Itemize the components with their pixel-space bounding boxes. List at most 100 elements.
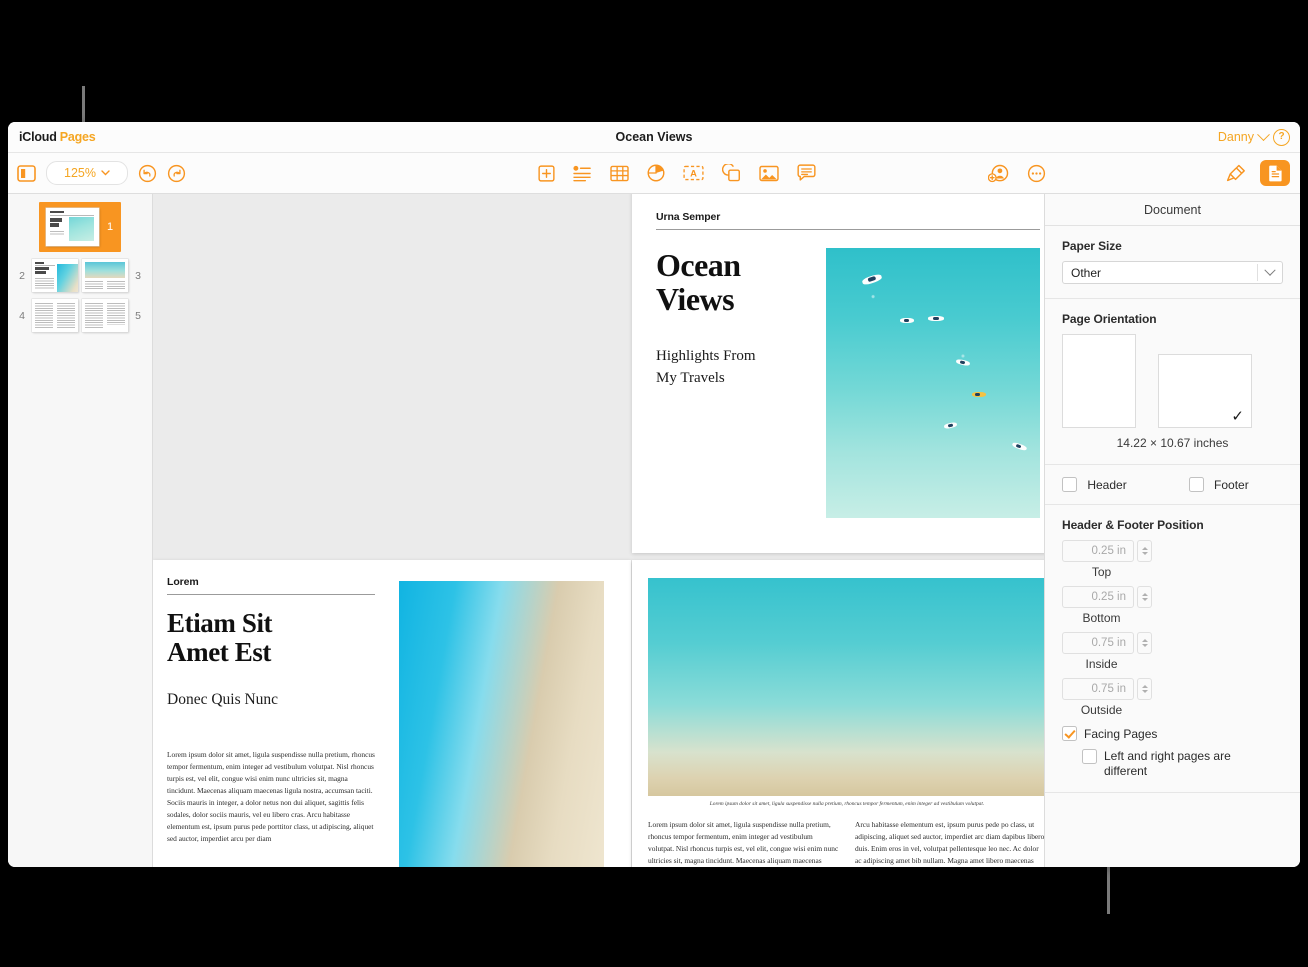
sidebar-toggle-icon[interactable] bbox=[17, 164, 36, 182]
thumbnail-number-4: 4 bbox=[19, 309, 25, 322]
text-box-icon[interactable]: A bbox=[683, 165, 704, 181]
page-1[interactable]: Urna Semper Ocean Views Highlights From … bbox=[632, 194, 1044, 553]
chevron-down-icon[interactable] bbox=[1257, 127, 1270, 141]
thumbnail-number-5: 5 bbox=[135, 309, 141, 322]
page3-ocean-image[interactable] bbox=[648, 578, 1044, 796]
thumbnail-page-4[interactable] bbox=[32, 299, 78, 332]
page3-column-right: Arcu habitasse elementum est, ipsum puru… bbox=[855, 820, 1044, 865]
orientation-landscape-option[interactable]: ✓ bbox=[1158, 354, 1252, 428]
window-titlebar: iCloud Pages Ocean Views Danny ? bbox=[8, 122, 1300, 153]
outside-position-input[interactable]: 0.75 in bbox=[1062, 678, 1134, 701]
toolbar-left-group: 125% bbox=[17, 161, 186, 185]
document-inspector-button[interactable] bbox=[1260, 160, 1290, 186]
page2-beach-image[interactable] bbox=[399, 581, 604, 867]
page-orientation-section: Page Orientation ✓ 14.22 × 10.67 inches bbox=[1045, 299, 1300, 465]
header-checkbox-row[interactable]: Header bbox=[1062, 477, 1127, 493]
comment-icon[interactable] bbox=[797, 164, 816, 182]
page1-subtitle-line1: Highlights From bbox=[656, 348, 756, 365]
thumbnail-page-2[interactable] bbox=[32, 259, 78, 292]
footer-checkbox[interactable] bbox=[1188, 477, 1204, 493]
add-icon[interactable] bbox=[538, 164, 555, 182]
format-paintbrush-icon[interactable] bbox=[1226, 163, 1247, 183]
zoom-selector[interactable]: 125% bbox=[46, 161, 128, 185]
facing-pages-checkbox[interactable] bbox=[1062, 726, 1077, 742]
thumbnail-page-3[interactable] bbox=[82, 259, 128, 292]
select-divider bbox=[1257, 264, 1258, 281]
thumbnail-page-1[interactable]: 1 bbox=[39, 202, 121, 252]
redo-icon[interactable] bbox=[167, 164, 186, 183]
account-area: Danny ? bbox=[1218, 127, 1290, 146]
chevron-down-icon bbox=[1264, 264, 1276, 276]
thumbnail-page-5[interactable] bbox=[82, 299, 128, 332]
facing-pages-row[interactable]: Facing Pages bbox=[1062, 726, 1283, 742]
toolbar-right-group bbox=[1226, 160, 1290, 186]
chart-icon[interactable] bbox=[647, 164, 665, 182]
thumbnail-number-3: 3 bbox=[135, 269, 141, 282]
inside-position-stepper[interactable] bbox=[1137, 632, 1152, 655]
main-toolbar: 125% A bbox=[8, 153, 1300, 194]
footer-checkbox-row[interactable]: Footer bbox=[1188, 477, 1249, 493]
thumbnail-row-1: 1 bbox=[8, 202, 152, 252]
header-checkbox[interactable] bbox=[1062, 477, 1077, 493]
paper-size-value: Other bbox=[1071, 265, 1102, 280]
page1-eyebrow: Urna Semper bbox=[656, 211, 721, 223]
page-2[interactable]: Lorem Etiam Sit Amet Est Donec Quis Nunc… bbox=[153, 560, 631, 867]
document-inspector-panel: Document Paper Size Other Page Orientati… bbox=[1044, 194, 1300, 867]
page3-image-caption: Lorem ipsum dolor sit amet, ligula suspe… bbox=[709, 801, 985, 807]
thumbnail-number-1: 1 bbox=[106, 221, 114, 233]
account-name-label[interactable]: Danny bbox=[1218, 130, 1254, 144]
help-icon[interactable]: ? bbox=[1273, 128, 1290, 146]
inside-position-cell: 0.75 in Inside bbox=[1062, 632, 1162, 678]
header-footer-toggles: Header Footer bbox=[1045, 465, 1300, 506]
page1-subtitle-line2: My Travels bbox=[656, 370, 725, 387]
top-position-cell: 0.25 in Top bbox=[1062, 540, 1162, 586]
page-orientation-label: Page Orientation bbox=[1062, 312, 1157, 326]
outside-position-cell: 0.75 in Outside bbox=[1062, 678, 1162, 724]
thumbnail-image-1 bbox=[46, 208, 99, 246]
left-right-different-checkbox[interactable] bbox=[1082, 749, 1097, 765]
shape-icon[interactable] bbox=[722, 164, 741, 182]
undo-icon[interactable] bbox=[138, 164, 157, 183]
inside-position-caption: Inside bbox=[1085, 657, 1118, 672]
page2-title-line1: Etiam Sit bbox=[167, 608, 273, 638]
thumbnail-number-2: 2 bbox=[19, 269, 25, 282]
pages-app-window: iCloud Pages Ocean Views Danny ? 125% A … bbox=[8, 122, 1300, 867]
top-position-stepper[interactable] bbox=[1137, 540, 1152, 563]
document-canvas[interactable]: Urna Semper Ocean Views Highlights From … bbox=[153, 194, 1044, 867]
top-position-input[interactable]: 0.25 in bbox=[1062, 540, 1134, 563]
checkmark-icon: ✓ bbox=[1231, 408, 1244, 425]
page3-column-left: Lorem ipsum dolor sit amet, ligula suspe… bbox=[648, 820, 839, 865]
page-dimensions-label: 14.22 × 10.67 inches bbox=[1116, 436, 1229, 450]
thumbnail-row-4-5: 4 5 bbox=[8, 299, 152, 332]
paper-size-label: Paper Size bbox=[1062, 239, 1122, 253]
brand-pages-label: Pages bbox=[59, 130, 96, 144]
bottom-position-input[interactable]: 0.25 in bbox=[1062, 586, 1134, 609]
bottom-position-stepper[interactable] bbox=[1137, 586, 1152, 609]
document-title: Ocean Views bbox=[615, 130, 693, 144]
page-top-left-blank[interactable] bbox=[153, 194, 632, 553]
collaborate-add-person-icon[interactable] bbox=[988, 164, 1009, 183]
page2-subtitle: Donec Quis Nunc bbox=[167, 691, 279, 709]
inspector-title: Document bbox=[1045, 194, 1300, 226]
left-right-different-row[interactable]: Left and right pages are different bbox=[1062, 749, 1283, 778]
left-right-different-label: Left and right pages are different bbox=[1104, 749, 1231, 778]
table-icon[interactable] bbox=[610, 165, 629, 182]
page2-eyebrow: Lorem bbox=[167, 576, 199, 588]
page2-rule bbox=[167, 594, 375, 595]
media-image-icon[interactable] bbox=[759, 165, 779, 182]
more-ellipsis-icon[interactable] bbox=[1027, 164, 1046, 183]
outside-position-stepper[interactable] bbox=[1137, 678, 1152, 701]
page-3[interactable]: Lorem ipsum dolor sit amet, ligula suspe… bbox=[632, 560, 1044, 867]
top-position-caption: Top bbox=[1091, 565, 1112, 580]
page-thumbnails-sidebar[interactable]: 1 2 3 4 5 bbox=[8, 194, 153, 867]
brand-logo[interactable]: iCloud Pages bbox=[19, 130, 96, 144]
page1-hero-image[interactable] bbox=[826, 248, 1040, 518]
app-body: 1 2 3 4 5 Urna Semper Ocean Views Highli… bbox=[8, 194, 1300, 867]
outside-position-caption: Outside bbox=[1080, 703, 1123, 718]
page1-rule bbox=[656, 229, 1040, 230]
page1-title-line2: Views bbox=[656, 281, 735, 318]
inside-position-input[interactable]: 0.75 in bbox=[1062, 632, 1134, 655]
paper-size-select[interactable]: Other bbox=[1062, 261, 1283, 284]
text-list-icon[interactable] bbox=[573, 165, 592, 182]
orientation-portrait-option[interactable] bbox=[1062, 334, 1136, 428]
